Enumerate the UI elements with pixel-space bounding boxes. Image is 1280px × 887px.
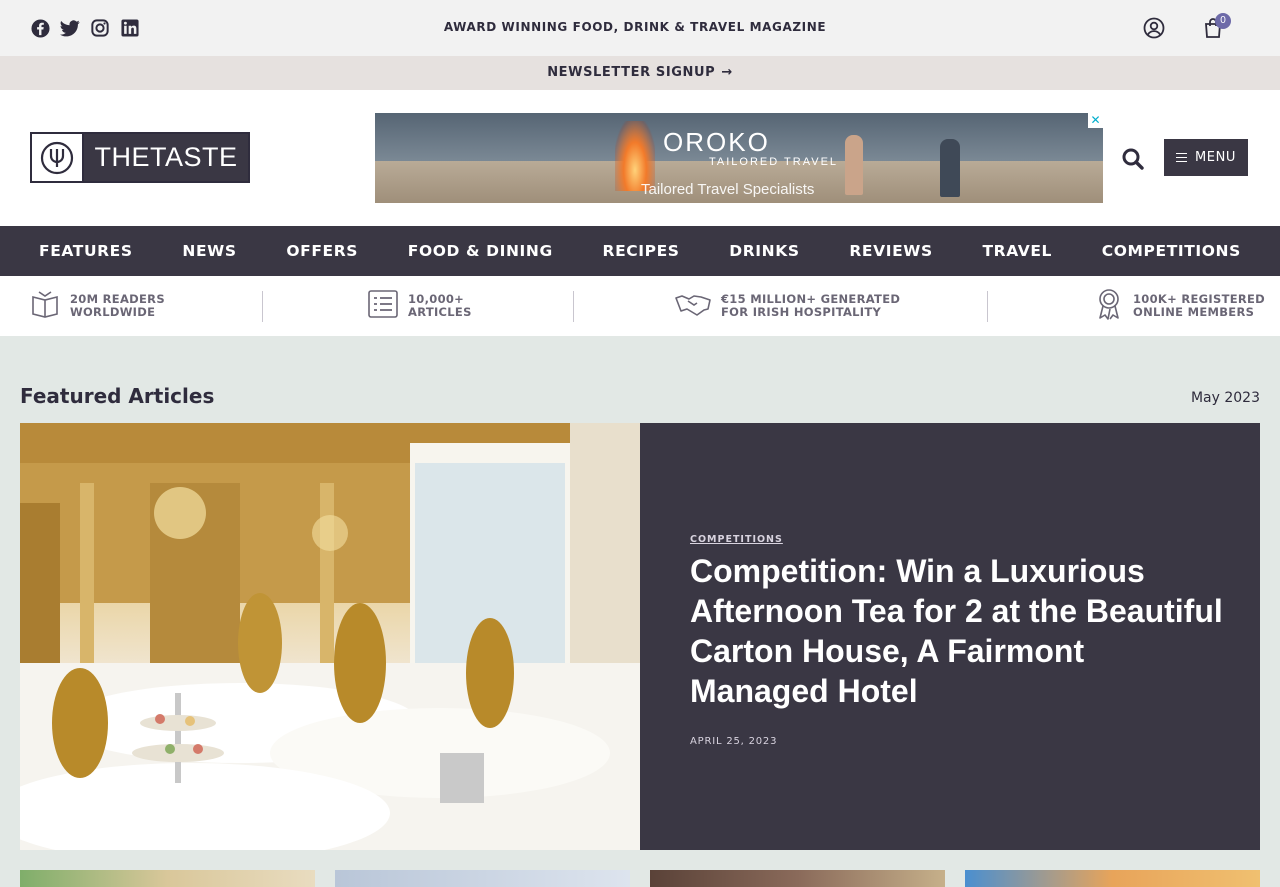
nav-item-features[interactable]: FEATURES: [39, 242, 133, 260]
stat-divider: [262, 291, 263, 322]
site-header: THETASTE OROKO TAILORED TRAVEL Tailored …: [0, 90, 1280, 226]
article-thumbnail[interactable]: [965, 870, 1260, 887]
nav-item-travel[interactable]: TRAVEL: [983, 242, 1053, 260]
article-thumbnail[interactable]: [335, 870, 630, 887]
featured-articles-heading: Featured Articles: [20, 384, 215, 408]
nav-item-recipes[interactable]: RECIPES: [603, 242, 680, 260]
nav-item-news[interactable]: NEWS: [182, 242, 236, 260]
nav-item-drinks[interactable]: DRINKS: [729, 242, 799, 260]
stat-articles: 10,000+ ARTICLES: [368, 289, 472, 323]
list-icon: [368, 290, 398, 322]
nav-item-offers[interactable]: OFFERS: [286, 242, 358, 260]
ad-brand-sub: TAILORED TRAVEL: [709, 156, 839, 168]
hero-image[interactable]: [20, 423, 640, 850]
article-thumbnail[interactable]: [20, 870, 315, 887]
hero-article-card[interactable]: COMPETITIONS Competition: Win a Luxuriou…: [640, 423, 1260, 850]
account-icon[interactable]: [1143, 17, 1165, 39]
stat-hospitality: €15 MILLION+ GENERATED FOR IRISH HOSPITAL…: [675, 289, 900, 323]
top-bar: AWARD WINNING FOOD, DRINK & TRAVEL MAGAZ…: [0, 0, 1280, 56]
article-thumbnails: [20, 870, 1260, 887]
cart-count-badge: 0: [1215, 13, 1231, 29]
article-thumbnail[interactable]: [650, 870, 945, 887]
afternoon-tea-room-illustration: [20, 423, 640, 850]
hero-date: APRIL 25, 2023: [690, 736, 778, 747]
logo-wordmark: THETASTE: [84, 134, 248, 181]
hamburger-icon: [1175, 153, 1187, 162]
site-tagline: AWARD WINNING FOOD, DRINK & TRAVEL MAGAZ…: [443, 20, 827, 34]
ad-person: [845, 135, 863, 195]
hero-category-link[interactable]: COMPETITIONS: [690, 534, 783, 545]
stat-line2: ONLINE MEMBERS: [1133, 305, 1255, 319]
ad-tagline: Tailored Travel Specialists: [641, 181, 815, 198]
ad-brand: OROKO: [663, 127, 770, 157]
menu-label: MENU: [1194, 150, 1237, 165]
hero-headline[interactable]: Competition: Win a Luxurious Afternoon T…: [690, 551, 1230, 711]
menu-button[interactable]: MENU: [1164, 139, 1248, 176]
handshake-icon: [675, 292, 711, 320]
ad-person: [940, 139, 960, 197]
site-logo[interactable]: THETASTE: [30, 132, 250, 183]
featured-date: May 2023: [1190, 390, 1260, 406]
stats-bar: 20M READERS WORLDWIDE 10,000+ ARTICLES €15…: [0, 276, 1280, 336]
book-icon: [30, 289, 60, 323]
main-nav: FEATURES NEWS OFFERS FOOD & DINING RECIP…: [0, 226, 1280, 276]
nav-item-food-dining[interactable]: FOOD & DINING: [408, 242, 553, 260]
stat-line2: FOR IRISH HOSPITALITY: [721, 305, 882, 319]
stat-divider: [987, 291, 988, 322]
stat-divider: [573, 291, 574, 322]
stat-line2: ARTICLES: [408, 305, 472, 319]
fork-logo-icon: [32, 134, 84, 181]
advertisement-banner[interactable]: OROKO TAILORED TRAVEL Tailored Travel Sp…: [375, 113, 1103, 203]
search-icon[interactable]: [1121, 147, 1145, 171]
nav-item-reviews[interactable]: REVIEWS: [849, 242, 932, 260]
stat-members: 100K+ REGISTERED ONLINE MEMBERS: [1095, 289, 1265, 323]
stat-line2: WORLDWIDE: [70, 305, 156, 319]
ad-close-icon[interactable]: ✕: [1088, 113, 1103, 128]
newsletter-signup-link[interactable]: NEWSLETTER SIGNUP →: [0, 56, 1280, 90]
nav-item-competitions[interactable]: COMPETITIONS: [1102, 242, 1241, 260]
award-icon: [1095, 288, 1123, 324]
newsletter-label: NEWSLETTER SIGNUP: [547, 65, 716, 80]
stat-readers: 20M READERS WORLDWIDE: [30, 289, 165, 323]
arrow-right-icon: →: [721, 65, 733, 80]
